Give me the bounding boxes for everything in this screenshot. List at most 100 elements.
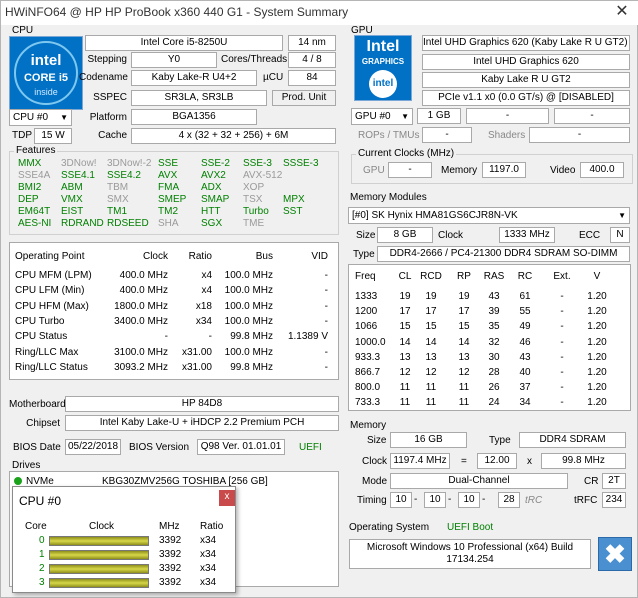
feature-xop: XOP bbox=[243, 182, 265, 193]
feature-vmx: VMX bbox=[61, 194, 83, 205]
memory-type-field: DDR4 SDRAM bbox=[519, 432, 626, 448]
timing-rp-field: 10 bbox=[458, 492, 480, 508]
timing-cell: 17 bbox=[399, 306, 411, 318]
window-title: HWiNFO64 @ HP HP ProBook x360 440 G1 - S… bbox=[5, 5, 349, 19]
feature-avx2: AVX2 bbox=[201, 170, 226, 181]
op-row-value: 100.0 MHz bbox=[224, 300, 273, 312]
chipset-label: Chipset bbox=[26, 418, 60, 429]
op-row-value: 3100.0 MHz bbox=[114, 346, 168, 358]
close-summary-button[interactable]: ✖ bbox=[598, 537, 632, 571]
timing-cell: 55 bbox=[519, 306, 531, 318]
core-clock-bar bbox=[49, 550, 149, 560]
drive-status-icon bbox=[14, 477, 22, 485]
platform-label: Platform bbox=[89, 112, 127, 123]
timing-dash-2: - bbox=[448, 494, 452, 505]
bios-date-label: BIOS Date bbox=[13, 442, 61, 453]
feature-mmx: MMX bbox=[18, 158, 42, 169]
timing-cell: 14 bbox=[425, 336, 437, 348]
memory-clock-label: Memory bbox=[441, 165, 478, 176]
op-row-value: 99.8 MHz bbox=[230, 331, 273, 343]
close-x-icon: ✖ bbox=[604, 539, 626, 569]
timing-cell: - bbox=[560, 306, 564, 318]
timing-cell: - bbox=[560, 397, 564, 409]
op-row-label: Ring/LLC Max bbox=[15, 346, 79, 358]
feature-aes-ni: AES-NI bbox=[18, 218, 52, 229]
memory-mode-label: Mode bbox=[362, 476, 388, 487]
core-index: 0 bbox=[39, 535, 45, 546]
timing-cell: 800.0 bbox=[355, 382, 381, 394]
core-mhz: 3392 bbox=[159, 577, 182, 588]
memory-module-dropdown[interactable]: [#0] SK Hynix HMA81GS6CJR8N-VK ▼ bbox=[348, 207, 630, 224]
feature-avx: AVX bbox=[158, 170, 178, 181]
op-row-label: CPU LFM (Min) bbox=[15, 285, 85, 297]
cpu-select-dropdown[interactable]: CPU #0 ▼ bbox=[9, 109, 72, 126]
uefi-boot-indicator: UEFI Boot bbox=[447, 522, 494, 533]
gpu-field-dash-1: - bbox=[466, 108, 549, 124]
timing-cell: 37 bbox=[519, 382, 531, 394]
timing-cell: 12 bbox=[458, 367, 470, 378]
gpu-name2-field: Intel UHD Graphics 620 bbox=[422, 54, 630, 70]
timing-cell: 40 bbox=[519, 367, 531, 378]
timing-cell: 1.20 bbox=[587, 306, 607, 318]
shaders-label: Shaders bbox=[488, 130, 526, 141]
feature-3dnow-: 3DNow! bbox=[61, 158, 97, 169]
timing-cell: 19 bbox=[399, 291, 411, 302]
timing-cell: 1.20 bbox=[587, 291, 607, 302]
timing-ras-field: 28 bbox=[498, 492, 520, 508]
op-row-label: CPU HFM (Max) bbox=[15, 300, 89, 312]
feature-htt: HTT bbox=[201, 206, 221, 217]
timing-cell: 28 bbox=[488, 367, 500, 378]
core-mhz: 3392 bbox=[159, 549, 182, 560]
timing-cell: 14 bbox=[399, 336, 411, 348]
chevron-down-icon: ▼ bbox=[618, 211, 626, 220]
gpu-clock-label: GPU bbox=[363, 165, 385, 176]
timing-header: RAS bbox=[483, 271, 505, 282]
feature-adx: ADX bbox=[201, 182, 222, 193]
tdp-field: 15 W bbox=[34, 128, 72, 144]
timing-cell: 61 bbox=[519, 291, 531, 302]
timing-cell: - bbox=[560, 351, 564, 363]
timing-cell: - bbox=[560, 382, 564, 394]
timing-cell: 1200 bbox=[355, 306, 378, 318]
timing-cell: 43 bbox=[488, 291, 500, 302]
timing-cell: 11 bbox=[399, 382, 411, 394]
core-ratio: x34 bbox=[200, 535, 217, 546]
timing-cell: 39 bbox=[488, 306, 500, 318]
timing-cell: - bbox=[560, 367, 564, 378]
rops-tmus-label: ROPs / TMUs bbox=[358, 130, 420, 141]
feature-smep: SMEP bbox=[158, 194, 187, 205]
popup-header: MHz bbox=[159, 521, 180, 532]
intel-logo-word: intel bbox=[30, 52, 62, 69]
chevron-down-icon: ▼ bbox=[60, 113, 68, 122]
feature-sgx: SGX bbox=[201, 218, 223, 229]
op-row-value: 1800.0 MHz bbox=[114, 300, 168, 312]
sspec-field: SR3LA, SR3LB bbox=[131, 90, 267, 106]
timing-cell: 1.20 bbox=[587, 382, 607, 394]
timing-rcd-field: 10 bbox=[424, 492, 446, 508]
features-title: Features bbox=[14, 145, 58, 157]
popup-header: Core bbox=[25, 521, 47, 532]
feature-sse4-2: SSE4.2 bbox=[107, 170, 141, 181]
op-row-value: 3093.2 MHz bbox=[114, 361, 168, 373]
timing-cell: 43 bbox=[519, 351, 531, 363]
chipset-field: Intel Kaby Lake-U + iHDCP 2.2 Premium PC… bbox=[65, 415, 339, 431]
timing-cell: - bbox=[560, 321, 564, 333]
close-icon[interactable]: ✕ bbox=[613, 3, 631, 21]
timing-cell: 34 bbox=[519, 397, 531, 409]
intel-core-i5-logo: intel CORE i5 inside bbox=[9, 36, 83, 110]
gpu-select-dropdown[interactable]: GPU #0 ▼ bbox=[351, 108, 413, 125]
prod-unit-field: Prod. Unit bbox=[272, 90, 336, 106]
popup-close-button[interactable]: x bbox=[219, 490, 235, 506]
memory-base-clock-field: 99.8 MHz bbox=[541, 453, 626, 469]
timing-cell: 12 bbox=[425, 367, 437, 378]
memory-multiplier-field: 12.00 bbox=[477, 453, 517, 469]
op-row-value: - bbox=[324, 300, 328, 312]
op-row-value: - bbox=[324, 315, 328, 327]
gpu-bus-field: PCIe v1.1 x0 (0.0 GT/s) @ [DISABLED] bbox=[422, 90, 630, 106]
op-row-value: - bbox=[208, 331, 212, 343]
feature-ssse-3: SSSE-3 bbox=[283, 158, 319, 169]
times-sign: x bbox=[527, 456, 532, 467]
timing-cell: 1.20 bbox=[587, 321, 607, 333]
timing-cell: 13 bbox=[399, 351, 411, 363]
op-row-value: - bbox=[164, 331, 168, 343]
